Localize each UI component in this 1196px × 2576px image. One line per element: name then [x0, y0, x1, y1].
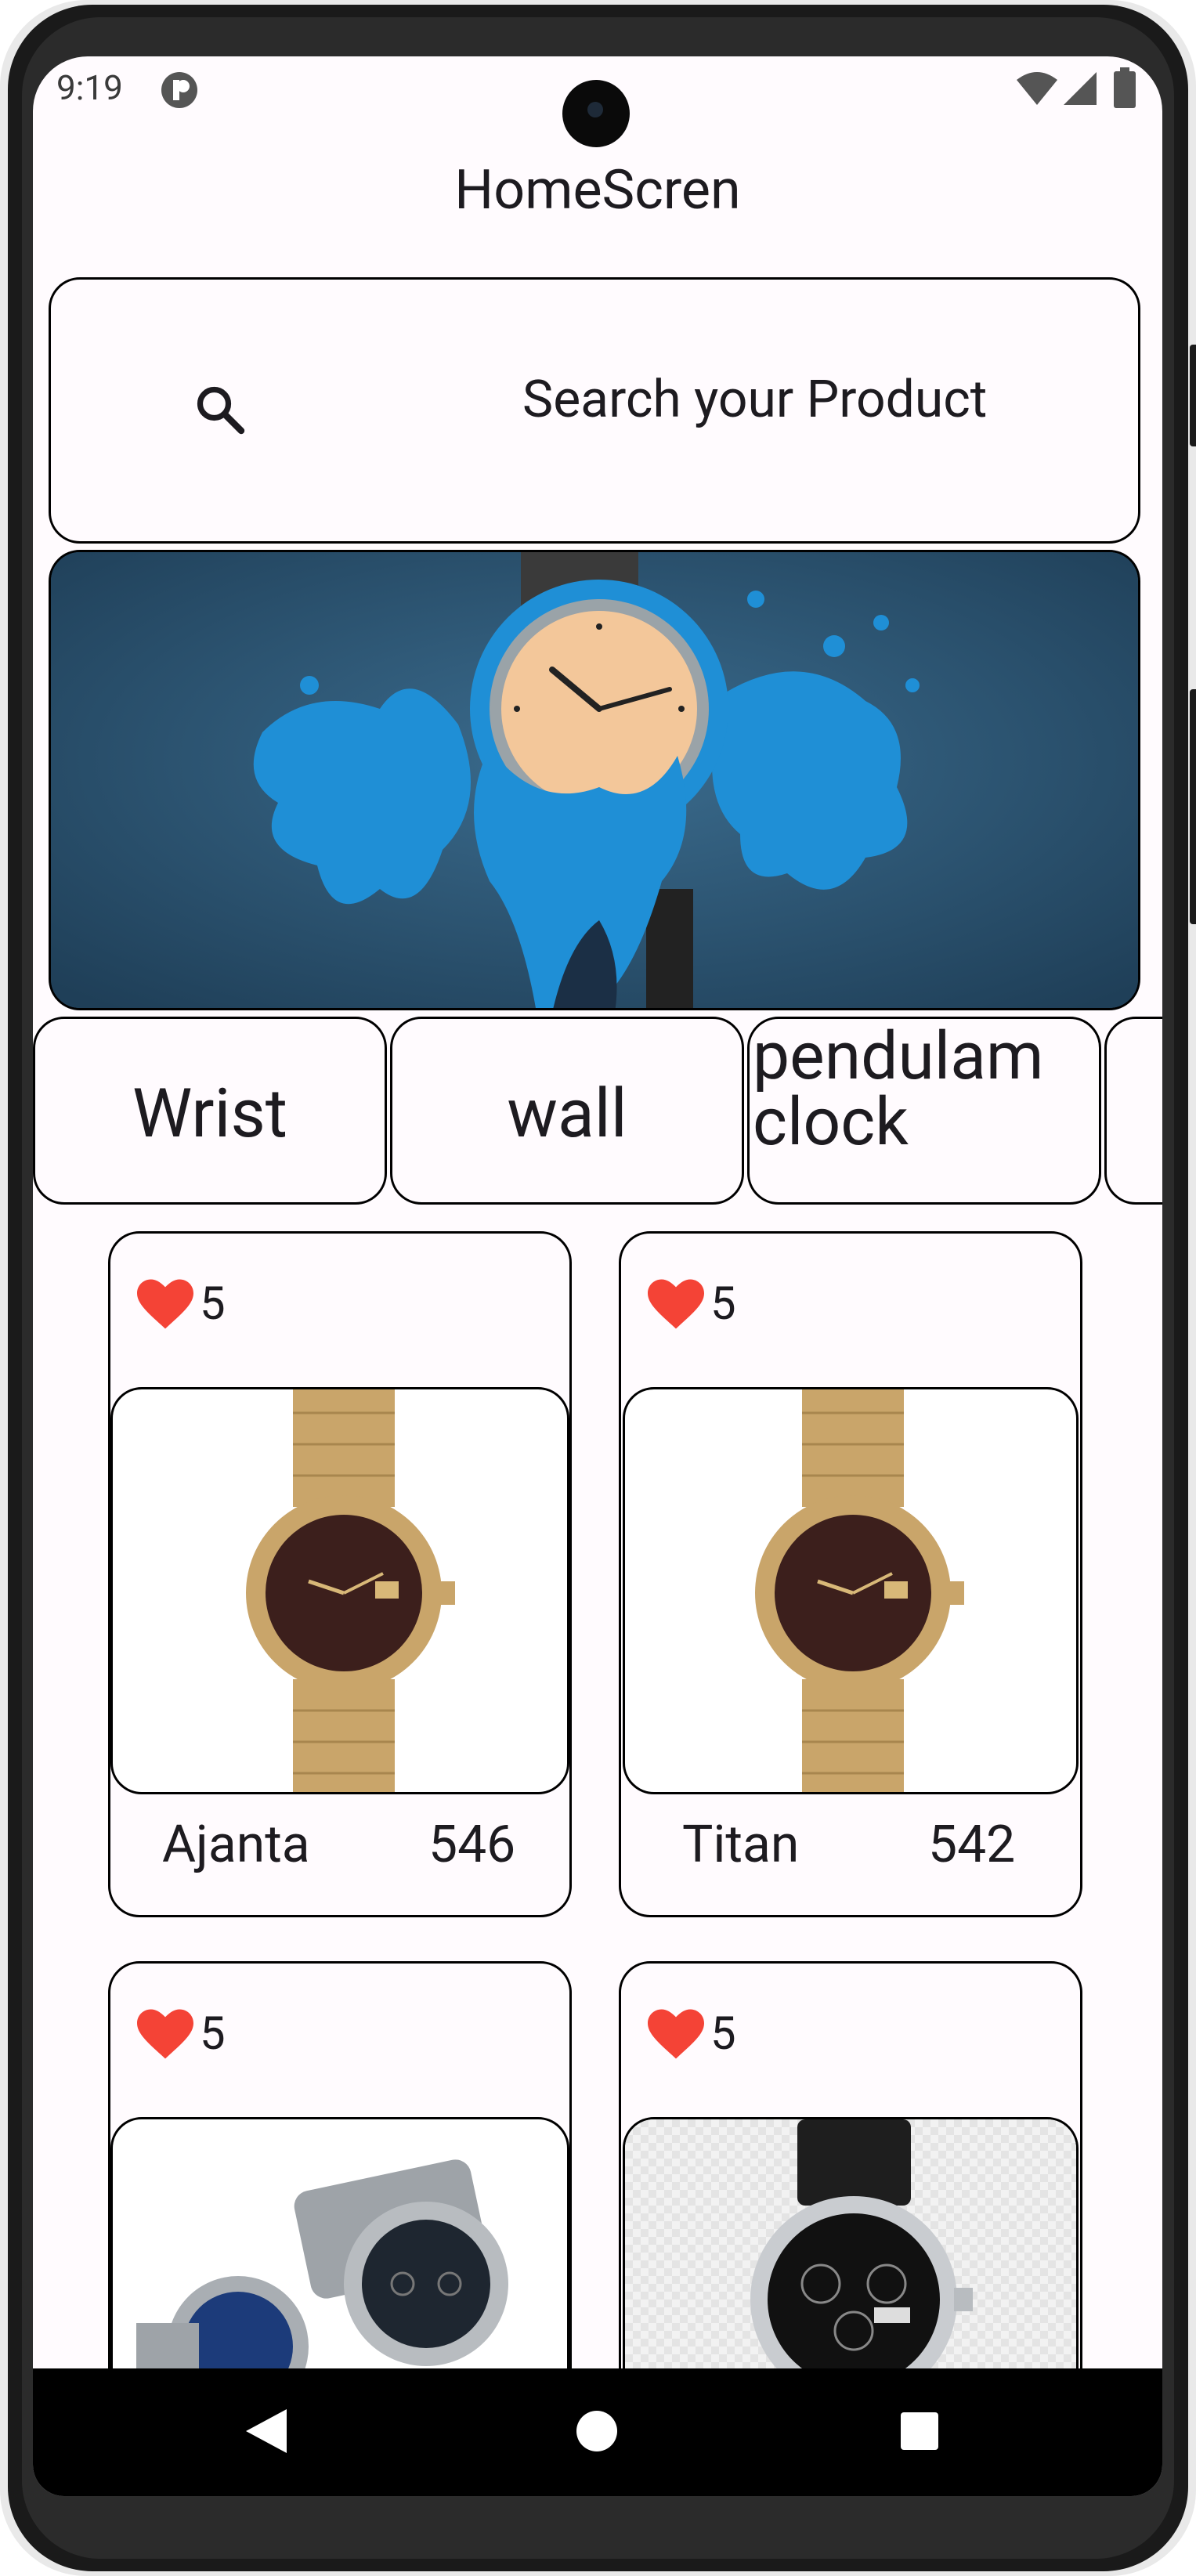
heart-icon[interactable]	[648, 1279, 704, 1332]
screen: 9:19 HomeScren Search your Product Wrist…	[33, 56, 1162, 2496]
heart-icon[interactable]	[648, 2009, 704, 2062]
product-name: Titan	[682, 1815, 800, 1875]
gold-watch-image	[246, 1389, 455, 1792]
category-label-line2: clock	[753, 1083, 909, 1161]
like-count: 5	[710, 1277, 736, 1331]
product-price: 546	[428, 1815, 516, 1875]
product-image[interactable]	[623, 1387, 1079, 1794]
product-image[interactable]	[110, 1387, 569, 1794]
power-button	[1190, 345, 1196, 446]
gold-watch-image	[755, 1389, 964, 1792]
product-price: 542	[928, 1815, 1016, 1875]
like-count: 5	[200, 2007, 226, 2061]
product-card[interactable]: 5 Titan 542	[619, 1231, 1082, 1917]
category-label-line1: pendulam	[753, 1017, 1044, 1095]
front-camera	[562, 80, 630, 147]
system-nav-bar	[33, 2368, 1162, 2496]
like-count: 5	[710, 2007, 736, 2061]
page-title: HomeScren	[454, 158, 741, 222]
recents-icon[interactable]	[901, 2412, 938, 2450]
search-bar[interactable]: Search your Product	[49, 277, 1140, 544]
heart-icon[interactable]	[137, 2009, 193, 2062]
like-count: 5	[200, 1277, 226, 1331]
category-label: wall	[507, 1074, 627, 1153]
battery-icon	[1114, 67, 1136, 111]
volume-button	[1190, 689, 1196, 924]
search-placeholder[interactable]: Search your Product	[522, 370, 987, 430]
product-name: Ajanta	[162, 1815, 310, 1875]
heart-icon[interactable]	[137, 1279, 193, 1332]
category-chip-wall[interactable]: wall	[390, 1017, 744, 1205]
banner-watch-image	[51, 552, 1138, 1008]
app-notification-icon	[160, 70, 199, 113]
category-chip-more[interactable]	[1104, 1017, 1162, 1205]
device-frame: 9:19 HomeScren Search your Product Wrist…	[0, 0, 1196, 2576]
product-card[interactable]: 5 Ajanta 546	[108, 1231, 572, 1917]
home-icon[interactable]	[576, 2411, 617, 2451]
category-chip-pendulam-clock[interactable]: pendulam clock	[747, 1017, 1101, 1205]
category-label: Wrist	[132, 1074, 287, 1153]
cell-signal-icon	[1062, 70, 1098, 110]
search-icon[interactable]	[192, 381, 248, 441]
back-icon[interactable]	[244, 2408, 288, 2458]
category-chip-wrist[interactable]: Wrist	[33, 1017, 387, 1205]
promo-banner[interactable]	[49, 550, 1140, 1010]
wifi-icon	[1015, 70, 1059, 110]
status-time: 9:19	[56, 67, 123, 108]
